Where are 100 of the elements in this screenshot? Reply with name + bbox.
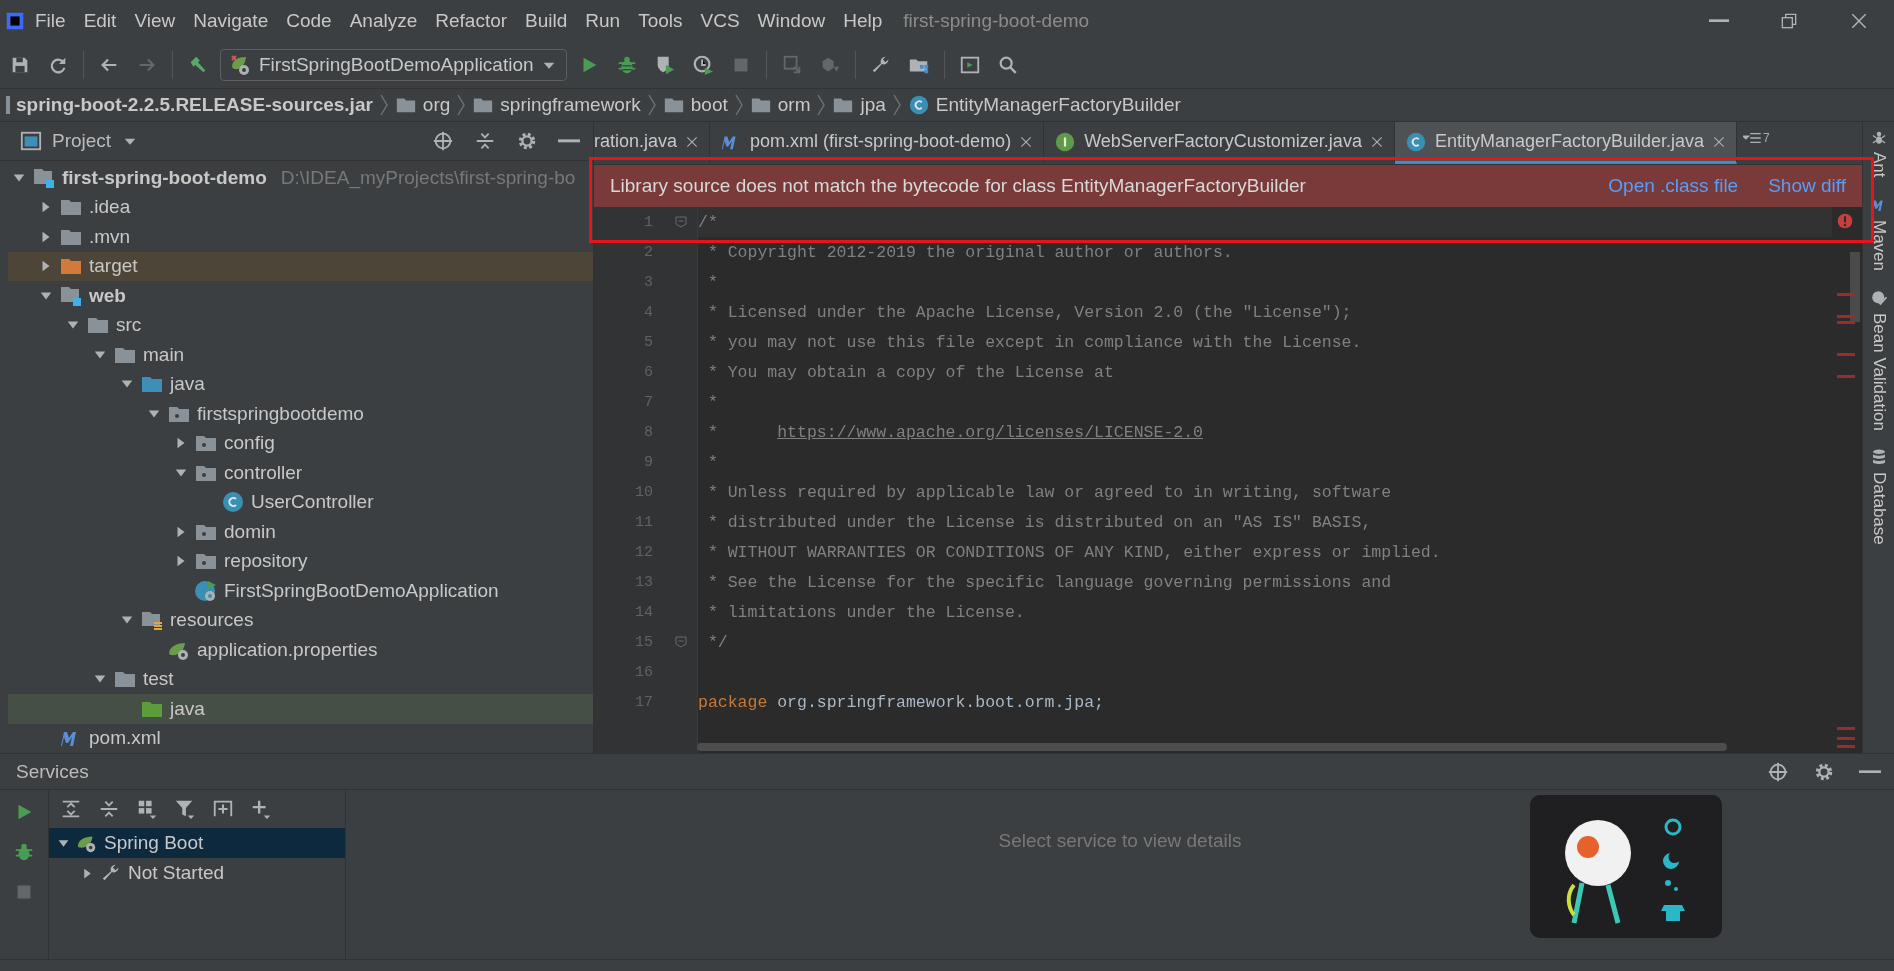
chevron-icon [816, 93, 827, 117]
close-icon [1019, 134, 1034, 149]
tree-item-label: .mvn [89, 225, 131, 248]
plus-icon [250, 798, 272, 820]
tree-row[interactable]: .mvn [8, 222, 593, 252]
tree-row[interactable]: domin [8, 517, 593, 547]
breadcrumb-item[interactable]: org [422, 94, 451, 116]
tree-row[interactable]: target [8, 251, 593, 281]
tree-row[interactable]: FirstSpringBootDemoApplication [8, 576, 593, 606]
code-line: * You may obtain a copy of the License at [706, 362, 1114, 382]
menu-item[interactable]: View [125, 10, 185, 32]
code-line: * Unless required by applicable law or agreed to in writing, software [706, 482, 1392, 502]
panel-icon [20, 130, 42, 152]
editor-tab[interactable]: ration.java [594, 122, 711, 164]
tree-item-label: web [89, 284, 126, 307]
code-line: * [706, 452, 718, 472]
tree-row[interactable]: controller [8, 458, 593, 488]
tree-row[interactable]: java [8, 694, 593, 724]
run-configuration-dropdown[interactable]: FirstSpringBootDemoApplication [220, 49, 567, 81]
tree-item-label: UserController [251, 491, 374, 514]
tree-row[interactable]: java [8, 369, 593, 399]
minimize-icon [1709, 19, 1729, 23]
menu-item[interactable]: VCS [691, 10, 749, 32]
code-link[interactable]: https://www.apache.org/licenses/LICENSE-2.0 [777, 422, 1203, 442]
code-line: * [706, 272, 718, 292]
tree-row[interactable]: UserController [8, 487, 593, 517]
menu-item[interactable]: File [26, 10, 75, 32]
target-icon [1767, 760, 1789, 783]
tree-row[interactable]: main [8, 340, 593, 370]
panel-title[interactable]: Project [52, 130, 112, 152]
project-path: D:\IDEA_myProjects\first-spring-bo [280, 166, 576, 189]
horizontal-scrollbar[interactable] [697, 743, 1727, 751]
tree-item-label: FirstSpringBootDemoApplication [224, 579, 499, 602]
tree-item-label: application.properties [197, 638, 378, 661]
jar-bar-icon [6, 96, 10, 114]
menu-item[interactable]: Refactor [426, 10, 517, 32]
settings-icon [516, 130, 538, 152]
breadcrumb-item[interactable]: jpa [860, 94, 886, 116]
code-line: * https://www.apache.org/licenses/LICENSE-2.0 [706, 422, 1203, 442]
expand-all-icon [60, 798, 82, 820]
chevron-icon [891, 93, 902, 117]
banner-message: Library source does not match the bytecode for class EntityManagerFactoryBuilder [610, 175, 1307, 197]
class-gear-icon [194, 578, 218, 603]
editor-tab[interactable]: pom.xml (first-spring-boot-demo) [710, 122, 1045, 164]
tree-item-label: domin [224, 520, 276, 543]
menu-item[interactable]: Edit [74, 10, 126, 32]
panel-title: Services [16, 760, 90, 783]
chevron-icon [456, 93, 467, 117]
menu-item[interactable]: Code [277, 10, 341, 32]
empty-state-text: Select service to view details [998, 830, 1242, 853]
breadcrumb-item[interactable]: springframework [500, 94, 641, 116]
tool-window-button[interactable]: Ant [1868, 128, 1889, 178]
interface-icon [1054, 130, 1077, 153]
breadcrumb-item[interactable]: boot [690, 94, 728, 116]
menu-item[interactable]: Help [834, 10, 892, 32]
tree-row[interactable]: test [8, 664, 593, 694]
window-run-icon [958, 54, 981, 76]
tool-window-button[interactable]: Maven [1868, 195, 1889, 271]
menu-item[interactable]: Run [576, 10, 630, 32]
code-line: * you may not use this file except in compliance with the License. [706, 332, 1362, 352]
tree-row[interactable]: resources [8, 605, 593, 635]
class-icon [1404, 130, 1427, 153]
menu-item[interactable]: Tools [629, 10, 692, 32]
tree-item-label: resources [170, 609, 254, 632]
class-icon [221, 490, 245, 515]
code-line: * WITHOUT WARRANTIES OR CONDITIONS OF ANY KIND, either express or implied. [706, 542, 1441, 562]
tree-row[interactable]: repository [8, 546, 593, 576]
tree-row[interactable]: first-spring-boot-demo D:\IDEA_myProjects\first-spring-bo [8, 163, 593, 193]
list-icon [1743, 131, 1762, 145]
tree-item-label: main [143, 343, 185, 366]
tree-row[interactable]: .idea [8, 192, 593, 222]
tree-row[interactable]: config [8, 428, 593, 458]
menu-item[interactable]: Analyze [340, 10, 427, 32]
tree-row[interactable]: web [8, 281, 593, 311]
tree-item-label: repository [224, 550, 308, 573]
code-line: * Licensed under the Apache License, Version 2.0 (the "License"); [706, 302, 1352, 322]
minimize-icon [1859, 769, 1881, 774]
chevron-icon [378, 93, 389, 117]
tree-row[interactable]: application.properties [8, 635, 593, 665]
service-label: Spring Boot [104, 832, 204, 854]
tab-overflow-button[interactable]: 7 [1737, 122, 1776, 154]
service-label: Not Started [128, 862, 225, 884]
minimize-icon [558, 139, 580, 143]
service-row[interactable]: Spring Boot [49, 828, 345, 858]
tree-item-label: .idea [89, 196, 131, 219]
breadcrumb-item[interactable]: orm [777, 94, 811, 116]
tree-row[interactable]: firstspringbootdemo [8, 399, 593, 429]
editor-tab[interactable]: EntityManagerFactoryBuilder.java [1394, 122, 1738, 164]
editor-tab[interactable]: WebServerFactoryCustomizer.java [1044, 122, 1395, 164]
breadcrumb-item[interactable]: EntityManagerFactoryBuilder [935, 94, 1181, 116]
menu-item[interactable]: Window [748, 10, 835, 32]
gauge-run-icon [691, 54, 714, 76]
tree-row[interactable]: src [8, 310, 593, 340]
menu-item[interactable]: Navigate [184, 10, 278, 32]
menu-item[interactable]: Build [516, 10, 577, 32]
tree-row[interactable]: pom.xml [8, 723, 593, 753]
breadcrumb-item[interactable]: spring-boot-2.2.5.RELEASE-sources.jar [16, 94, 373, 116]
service-row[interactable]: Not Started [49, 858, 345, 888]
tool-window-button[interactable]: Database [1868, 448, 1889, 546]
tool-window-button[interactable]: Bean Validation [1868, 288, 1889, 431]
